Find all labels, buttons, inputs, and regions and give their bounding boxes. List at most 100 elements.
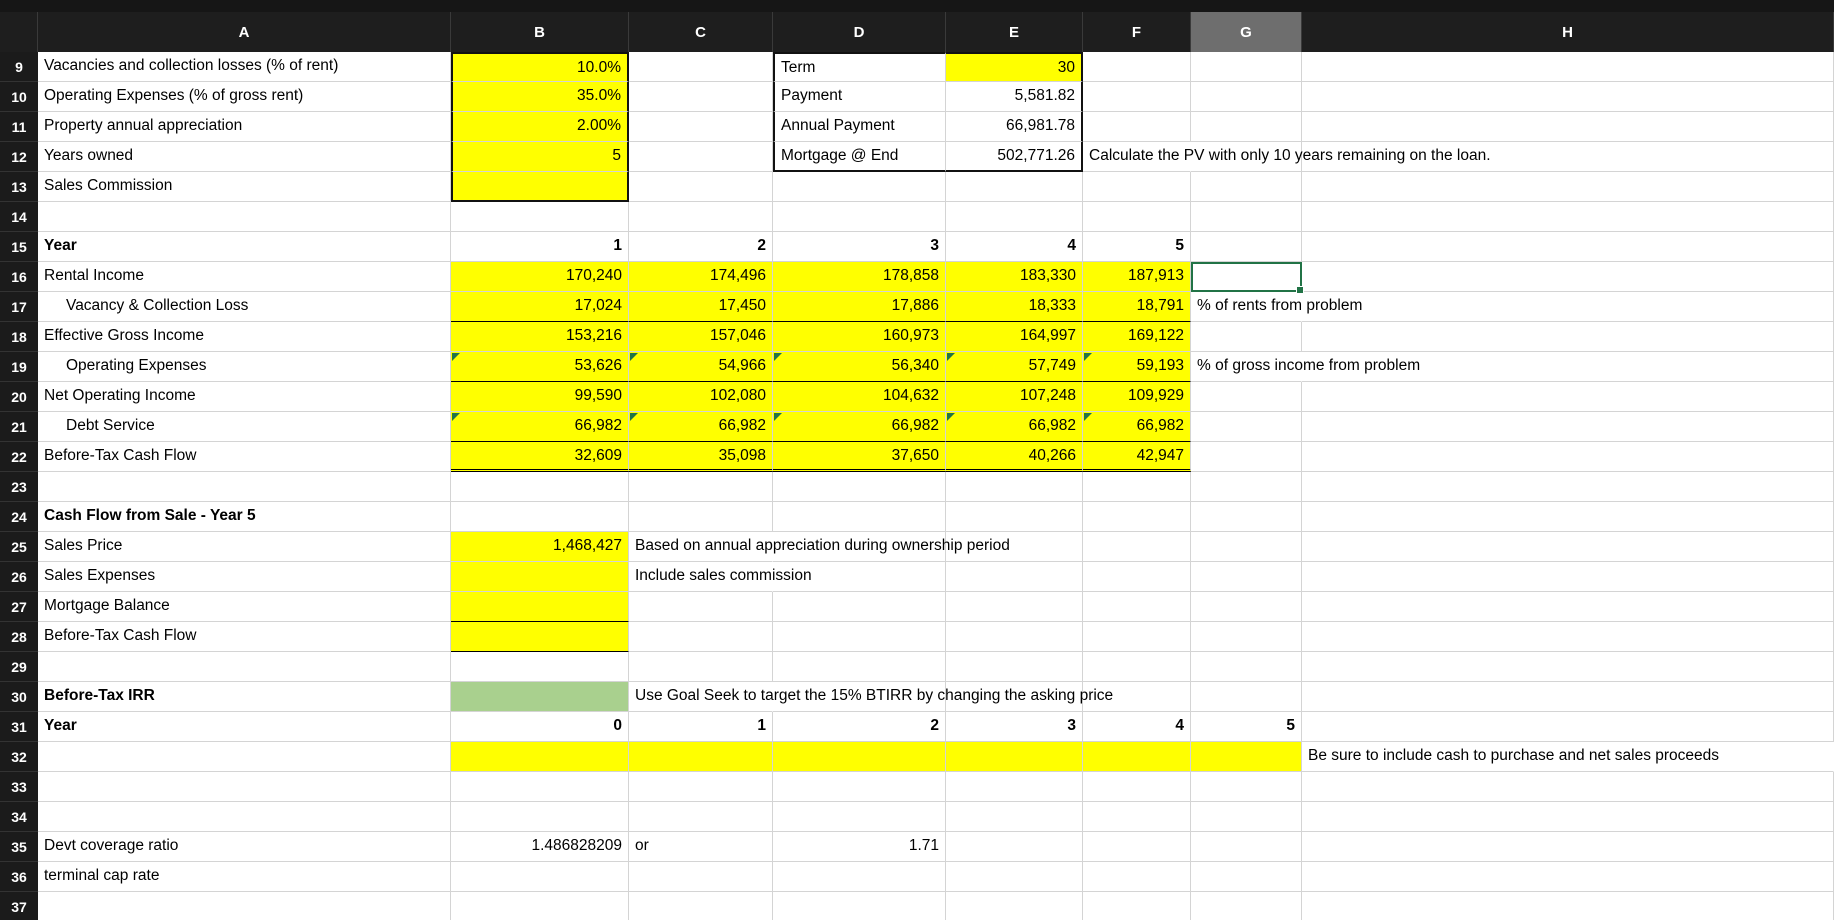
cell-B24[interactable] <box>451 502 629 532</box>
cell-C25[interactable]: Based on annual appreciation during owne… <box>629 532 1010 562</box>
cell-D11[interactable]: Annual Payment <box>773 112 946 142</box>
cell-C33[interactable] <box>629 772 773 802</box>
cell-C23[interactable] <box>629 472 773 502</box>
cell-C37[interactable] <box>629 892 773 920</box>
cell-C36[interactable] <box>629 862 773 892</box>
cell-E33[interactable] <box>946 772 1083 802</box>
cell-F27[interactable] <box>1083 592 1191 622</box>
cell-F33[interactable] <box>1083 772 1191 802</box>
cell-H31[interactable] <box>1302 712 1834 742</box>
cell-C28[interactable] <box>629 622 773 652</box>
cell-G37[interactable] <box>1191 892 1302 920</box>
cell-E29[interactable] <box>946 652 1083 682</box>
cell-A12[interactable]: Years owned <box>38 142 451 172</box>
cell-D17[interactable]: 17,886 <box>773 292 946 322</box>
row-header-37[interactable]: 37 <box>0 892 38 920</box>
cell-G29[interactable] <box>1191 652 1302 682</box>
row-header-34[interactable]: 34 <box>0 802 38 832</box>
cell-F31[interactable]: 4 <box>1083 712 1191 742</box>
cell-F12[interactable]: Calculate the PV with only 10 years rema… <box>1083 142 1491 172</box>
cell-D15[interactable]: 3 <box>773 232 946 262</box>
cell-F34[interactable] <box>1083 802 1191 832</box>
column-header-B[interactable]: B <box>451 12 629 52</box>
row-header-12[interactable]: 12 <box>0 142 38 172</box>
cell-B13[interactable] <box>451 172 629 202</box>
cell-A27[interactable]: Mortgage Balance <box>38 592 451 622</box>
cell-B21[interactable]: 66,982 <box>451 412 629 442</box>
cell-G9[interactable] <box>1191 52 1302 82</box>
cell-E37[interactable] <box>946 892 1083 920</box>
cell-E16[interactable]: 183,330 <box>946 262 1083 292</box>
cell-D21[interactable]: 66,982 <box>773 412 946 442</box>
cell-H23[interactable] <box>1302 472 1834 502</box>
row-header-25[interactable]: 25 <box>0 532 38 562</box>
cell-F23[interactable] <box>1083 472 1191 502</box>
column-header-H[interactable]: H <box>1302 12 1834 52</box>
cell-A14[interactable] <box>38 202 451 232</box>
cell-G15[interactable] <box>1191 232 1302 262</box>
cell-A19[interactable]: Operating Expenses <box>38 352 451 382</box>
cell-A20[interactable]: Net Operating Income <box>38 382 451 412</box>
row-header-19[interactable]: 19 <box>0 352 38 382</box>
cell-F14[interactable] <box>1083 202 1191 232</box>
row-header-26[interactable]: 26 <box>0 562 38 592</box>
cell-D27[interactable] <box>773 592 946 622</box>
row-header-20[interactable]: 20 <box>0 382 38 412</box>
cell-A17[interactable]: Vacancy & Collection Loss <box>38 292 451 322</box>
cell-B32[interactable] <box>451 742 629 772</box>
cell-B30[interactable] <box>451 682 629 712</box>
cell-H37[interactable] <box>1302 892 1834 920</box>
cell-C31[interactable]: 1 <box>629 712 773 742</box>
cell-A26[interactable]: Sales Expenses <box>38 562 451 592</box>
cell-D22[interactable]: 37,650 <box>773 442 946 472</box>
row-header-17[interactable]: 17 <box>0 292 38 322</box>
cell-H29[interactable] <box>1302 652 1834 682</box>
cell-C10[interactable] <box>629 82 773 112</box>
column-header-A[interactable]: A <box>38 12 451 52</box>
row-header-30[interactable]: 30 <box>0 682 38 712</box>
cell-B16[interactable]: 170,240 <box>451 262 629 292</box>
cell-A35[interactable]: Devt coverage ratio <box>38 832 451 862</box>
cell-F28[interactable] <box>1083 622 1191 652</box>
cell-E23[interactable] <box>946 472 1083 502</box>
cell-B17[interactable]: 17,024 <box>451 292 629 322</box>
row-header-10[interactable]: 10 <box>0 82 38 112</box>
cell-D34[interactable] <box>773 802 946 832</box>
cell-G21[interactable] <box>1191 412 1302 442</box>
column-header-G[interactable]: G <box>1191 12 1302 52</box>
cell-H36[interactable] <box>1302 862 1834 892</box>
cell-F13[interactable] <box>1083 172 1191 202</box>
cell-D9[interactable]: Term <box>773 52 946 82</box>
cell-G22[interactable] <box>1191 442 1302 472</box>
cell-D18[interactable]: 160,973 <box>773 322 946 352</box>
cell-G35[interactable] <box>1191 832 1302 862</box>
cell-A33[interactable] <box>38 772 451 802</box>
cell-G17[interactable]: % of rents from problem <box>1191 292 1362 322</box>
cell-F18[interactable]: 169,122 <box>1083 322 1191 352</box>
cell-A11[interactable]: Property annual appreciation <box>38 112 451 142</box>
column-header-E[interactable]: E <box>946 12 1083 52</box>
cell-D12[interactable]: Mortgage @ End <box>773 142 946 172</box>
cell-D14[interactable] <box>773 202 946 232</box>
cell-H24[interactable] <box>1302 502 1834 532</box>
cell-C22[interactable]: 35,098 <box>629 442 773 472</box>
cell-D35[interactable]: 1.71 <box>773 832 946 862</box>
cell-B11[interactable]: 2.00% <box>451 112 629 142</box>
cell-D29[interactable] <box>773 652 946 682</box>
cell-C11[interactable] <box>629 112 773 142</box>
cell-D19[interactable]: 56,340 <box>773 352 946 382</box>
cell-B19[interactable]: 53,626 <box>451 352 629 382</box>
cell-B34[interactable] <box>451 802 629 832</box>
cell-G13[interactable] <box>1191 172 1302 202</box>
cell-E15[interactable]: 4 <box>946 232 1083 262</box>
row-header-13[interactable]: 13 <box>0 172 38 202</box>
cell-G23[interactable] <box>1191 472 1302 502</box>
cell-H22[interactable] <box>1302 442 1834 472</box>
cell-B9[interactable]: 10.0% <box>451 52 629 82</box>
cell-F22[interactable]: 42,947 <box>1083 442 1191 472</box>
cell-B33[interactable] <box>451 772 629 802</box>
cell-A34[interactable] <box>38 802 451 832</box>
cell-H17[interactable] <box>1302 292 1834 322</box>
cell-A32[interactable] <box>38 742 451 772</box>
cell-A24[interactable]: Cash Flow from Sale - Year 5 <box>38 502 451 532</box>
